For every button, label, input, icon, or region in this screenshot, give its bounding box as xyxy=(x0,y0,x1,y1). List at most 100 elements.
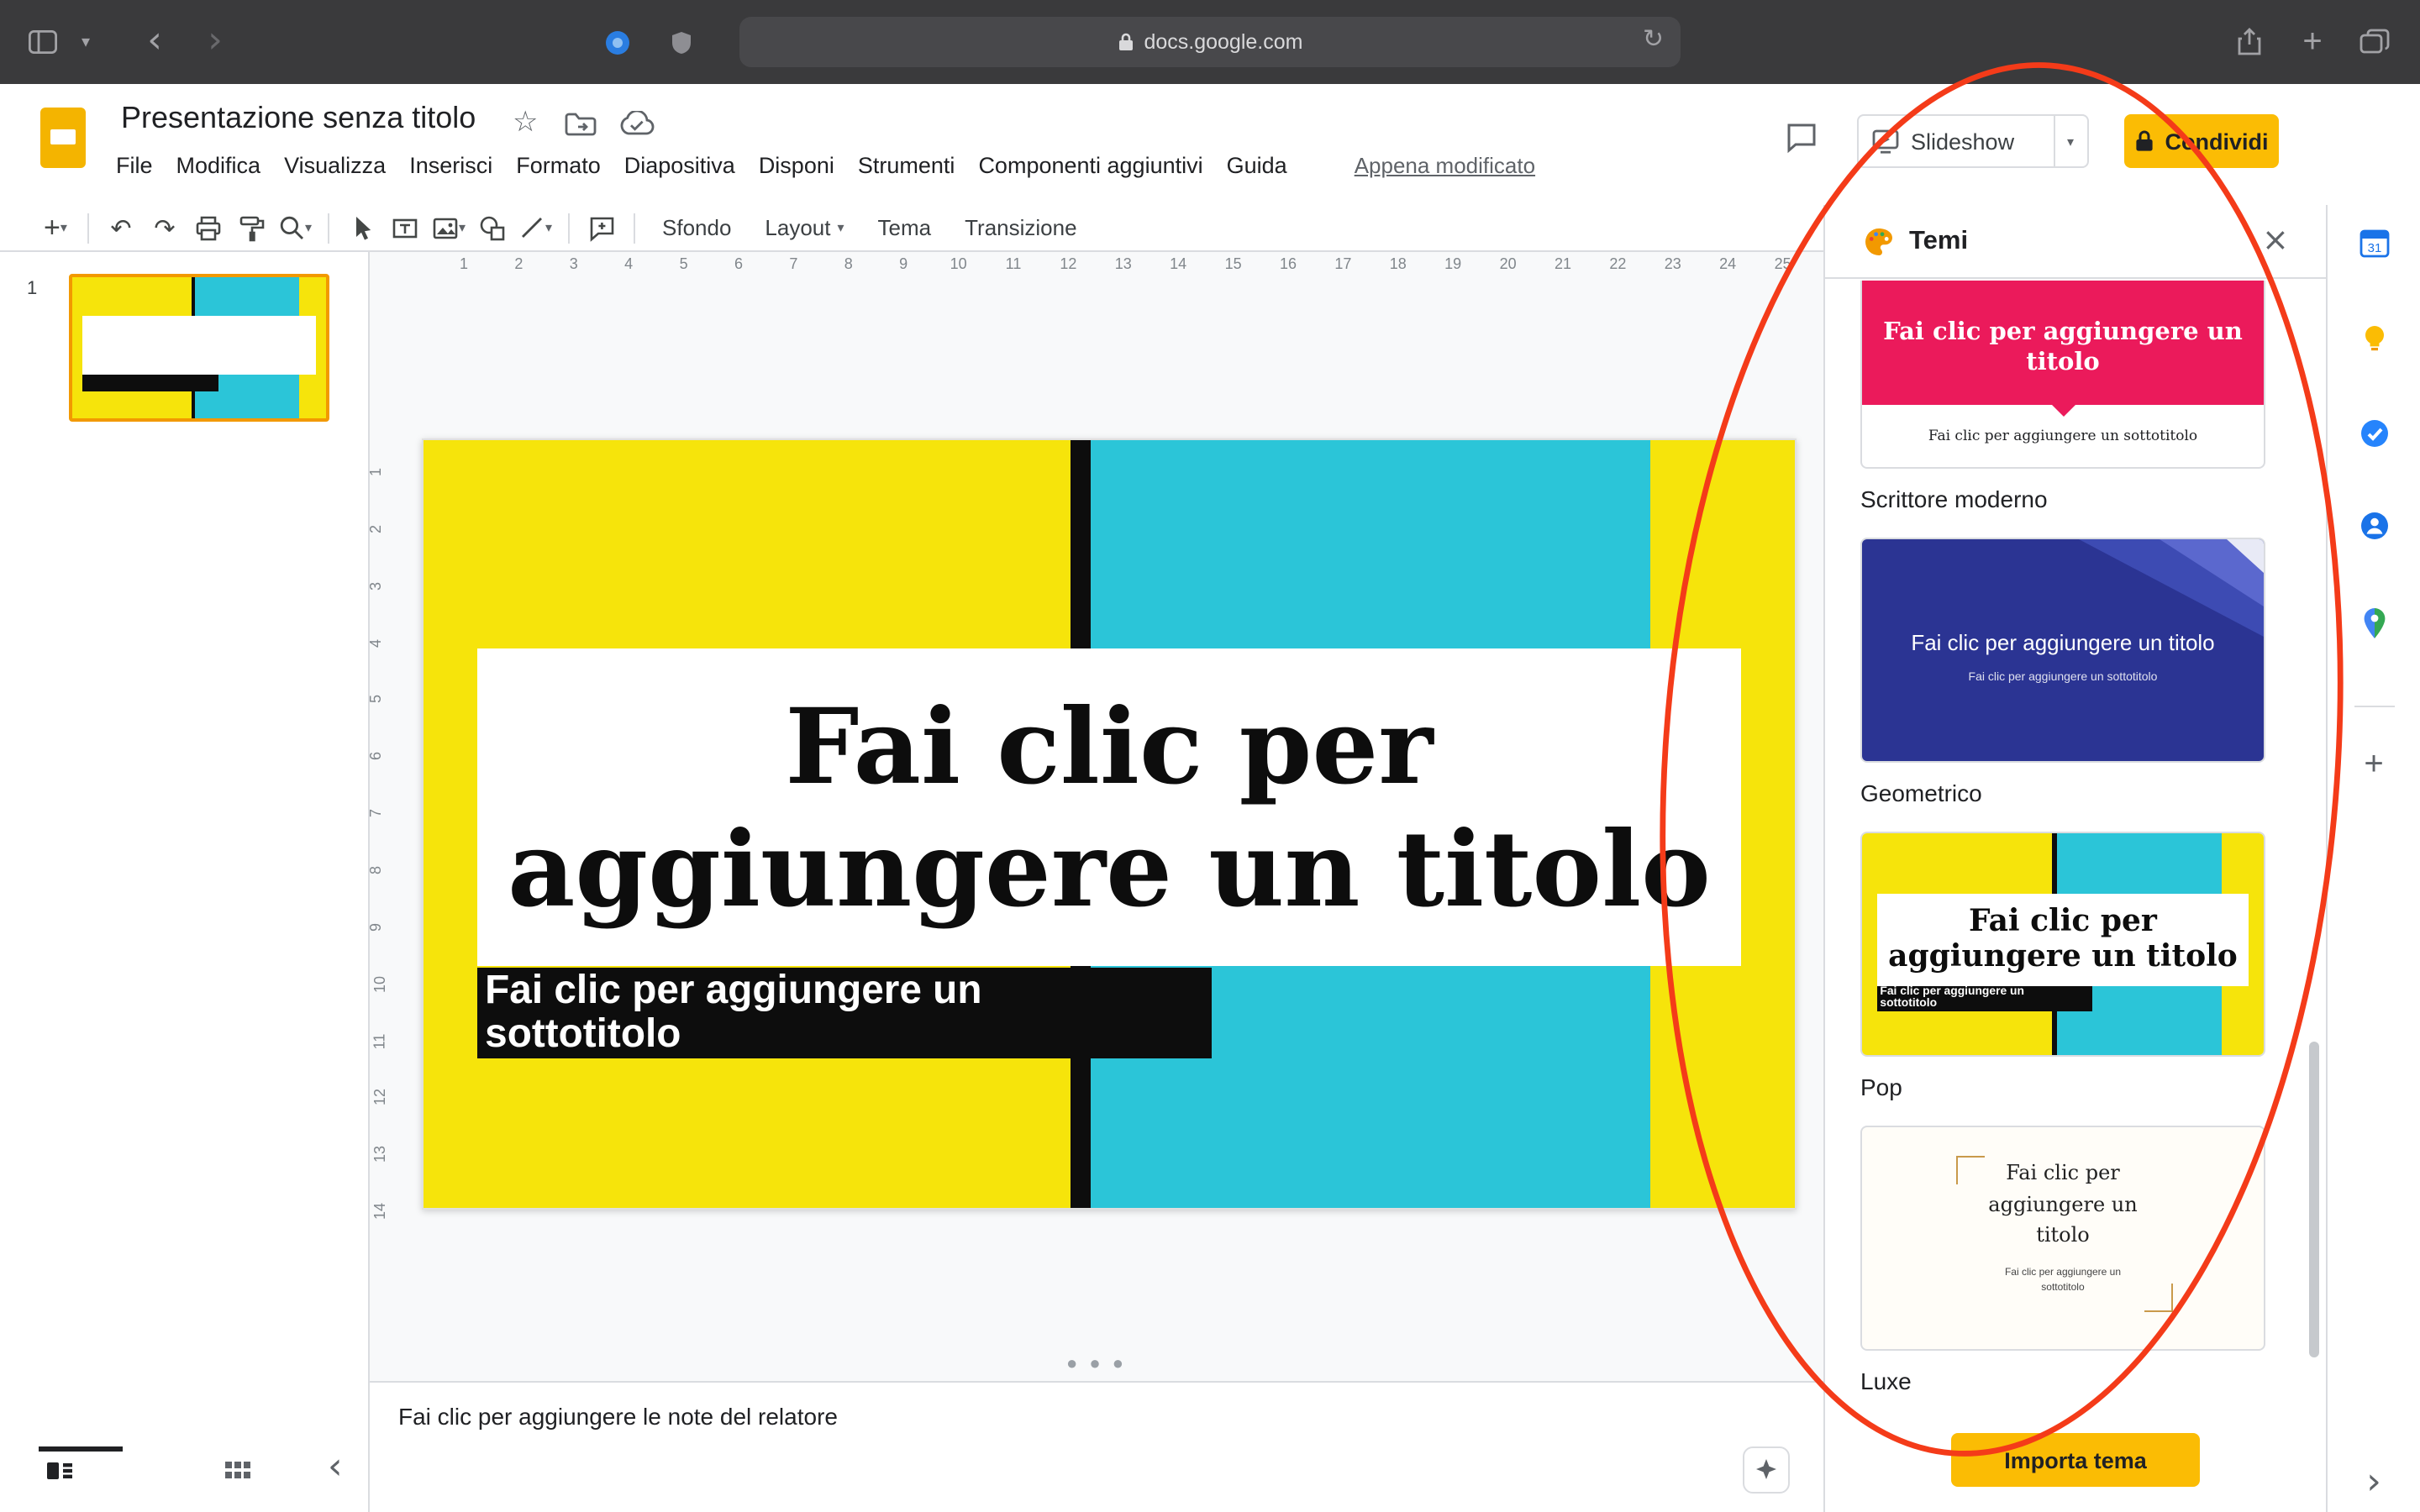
google-side-panel: 31 + › xyxy=(2326,205,2420,1512)
undo-icon[interactable]: ↶ xyxy=(99,207,143,248)
layout-button[interactable]: Layout▾ xyxy=(748,215,860,240)
theme-title-line: titolo xyxy=(2026,348,2100,378)
close-icon[interactable]: × xyxy=(2262,222,2289,259)
insert-line-icon[interactable]: ▾ xyxy=(514,207,558,248)
new-slide-button[interactable]: +▾ xyxy=(34,207,77,248)
add-addon-icon[interactable]: + xyxy=(2364,746,2383,785)
slide-thumbnail[interactable] xyxy=(69,274,329,422)
sidebar-toggle-icon[interactable] xyxy=(17,0,67,84)
paint-format-icon[interactable] xyxy=(230,207,274,248)
zoom-icon[interactable]: ▾ xyxy=(274,207,318,248)
ruler-number: 5 xyxy=(680,255,688,272)
menu-insert[interactable]: Inserisci xyxy=(397,144,504,186)
theme-card-geometrico[interactable]: Fai clic per aggiungere un titolo Fai cl… xyxy=(1860,538,2265,763)
grid-view-icon[interactable] xyxy=(224,1458,250,1483)
subtitle-placeholder[interactable]: Fai clic per aggiungere un sottotitolo xyxy=(477,967,1213,1059)
themes-panel: Temi × Fai clic per aggiungere un titolo… xyxy=(1823,205,2326,1512)
ruler-number: 6 xyxy=(370,752,384,760)
transition-button[interactable]: Transizione xyxy=(948,215,1093,240)
notes-resize-handle[interactable]: ● ● ● xyxy=(370,1354,1823,1374)
slideshow-button[interactable]: Slideshow ▾ xyxy=(1857,114,2089,168)
tasks-icon[interactable] xyxy=(2359,418,2389,449)
theme-card-pop[interactable]: Fai clic per aggiungere un titolo Fai cl… xyxy=(1860,832,2265,1057)
new-tab-icon[interactable]: + xyxy=(2292,0,2333,84)
theme-card-scrittore-moderno[interactable]: Fai clic per aggiungere un titolo Fai cl… xyxy=(1860,281,2265,469)
sparkle-button[interactable] xyxy=(1743,1446,1790,1494)
ruler-number: 17 xyxy=(1334,255,1351,272)
menu-addons[interactable]: Componenti aggiuntivi xyxy=(966,144,1214,186)
cloud-status-icon[interactable] xyxy=(618,111,655,138)
palette-icon xyxy=(1862,225,1896,259)
ruler-number: 7 xyxy=(370,809,384,817)
extension-icon[interactable] xyxy=(598,0,635,84)
reload-icon[interactable]: ↻ xyxy=(1643,24,1664,54)
ruler-number: 5 xyxy=(370,696,384,704)
current-slide[interactable]: Fai clic per aggiungere un titolo Fai cl… xyxy=(422,438,1797,1210)
themes-list[interactable]: Fai clic per aggiungere un titolo Fai cl… xyxy=(1825,281,2326,1408)
ruler-number: 1 xyxy=(370,468,384,476)
ruler-number: 2 xyxy=(514,255,523,272)
document-title[interactable]: Presentazione senza titolo xyxy=(121,101,476,136)
slides-logo[interactable] xyxy=(40,108,86,168)
share-button[interactable]: Condividi xyxy=(2124,114,2279,168)
calendar-icon[interactable]: 31 xyxy=(2359,228,2389,259)
subtitle-line: sottotitolo xyxy=(485,1012,1204,1055)
star-icon[interactable]: ☆ xyxy=(513,106,539,139)
insert-shape-icon[interactable] xyxy=(471,207,514,248)
title-placeholder[interactable]: Fai clic per aggiungere un titolo xyxy=(477,649,1742,967)
comment-history-icon[interactable] xyxy=(1785,121,1818,155)
url-text: docs.google.com xyxy=(1144,30,1302,54)
ruler-number: 2 xyxy=(370,525,384,533)
title-line: Fai clic per xyxy=(785,685,1433,807)
themes-panel-footer: Importa tema xyxy=(1825,1408,2326,1512)
menu-help[interactable]: Guida xyxy=(1215,144,1299,186)
import-theme-button[interactable]: Importa tema xyxy=(1951,1433,2200,1487)
ruler-number: 12 xyxy=(1060,255,1076,272)
ruler-number: 3 xyxy=(570,255,578,272)
background-button[interactable]: Sfondo xyxy=(645,215,748,240)
theme-button[interactable]: Tema xyxy=(861,215,949,240)
forward-icon[interactable]: › xyxy=(195,0,235,84)
menu-slide[interactable]: Diapositiva xyxy=(613,144,747,186)
expand-panel-icon[interactable]: › xyxy=(2366,1465,2381,1502)
slide-filmstrip: 1 xyxy=(0,252,370,1435)
panel-scrollbar[interactable] xyxy=(2309,1042,2319,1357)
slideshow-dropdown-icon[interactable]: ▾ xyxy=(2067,134,2074,149)
back-icon[interactable]: ‹ xyxy=(134,0,175,84)
speaker-notes-input[interactable]: Fai clic per aggiungere le note del rela… xyxy=(398,1403,838,1430)
menu-tools[interactable]: Strumenti xyxy=(846,144,967,186)
ruler-number: 25 xyxy=(1775,255,1791,272)
theme-subtitle-line: Fai clic per aggiungere un xyxy=(1880,986,2091,999)
ruler-number: 12 xyxy=(371,1089,388,1106)
redo-icon[interactable]: ↷ xyxy=(143,207,187,248)
tab-overview-icon[interactable] xyxy=(2353,0,2396,84)
present-icon xyxy=(1872,129,1899,154)
share-icon[interactable] xyxy=(2228,0,2269,84)
thumbnail-design xyxy=(72,277,326,418)
insert-comment-icon[interactable] xyxy=(580,207,623,248)
toolbar-divider xyxy=(87,213,89,243)
ruler-number: 3 xyxy=(370,581,384,590)
theme-card-luxe[interactable]: Fai clic per aggiungere un titolo Fai cl… xyxy=(1860,1126,2265,1351)
menu-format[interactable]: Formato xyxy=(504,144,613,186)
collapse-filmstrip-icon[interactable]: ‹ xyxy=(328,1450,343,1487)
menu-file[interactable]: File xyxy=(104,144,165,186)
shield-extension-icon[interactable] xyxy=(662,0,699,84)
address-bar[interactable]: docs.google.com ↻ xyxy=(739,17,1681,67)
filmstrip-view-icon[interactable] xyxy=(45,1458,74,1483)
active-view-indicator xyxy=(39,1446,123,1452)
theme-title-line: aggiungere un titolo xyxy=(1888,939,2238,974)
select-cursor-icon[interactable] xyxy=(339,207,383,248)
sidebar-chevron-icon[interactable]: ▾ xyxy=(71,0,101,84)
menu-arrange[interactable]: Disponi xyxy=(747,144,846,186)
insert-image-icon[interactable]: ▾ xyxy=(427,207,471,248)
keep-icon[interactable] xyxy=(2359,323,2389,353)
menu-edit[interactable]: Modifica xyxy=(165,144,273,186)
maps-icon[interactable] xyxy=(2360,606,2387,640)
move-folder-icon[interactable] xyxy=(565,111,598,138)
menu-view[interactable]: Visualizza xyxy=(272,144,397,186)
text-box-icon[interactable] xyxy=(383,207,427,248)
print-icon[interactable] xyxy=(187,207,230,248)
last-edit-link[interactable]: Appena modificato xyxy=(1343,144,1547,186)
contacts-icon[interactable] xyxy=(2359,511,2389,541)
